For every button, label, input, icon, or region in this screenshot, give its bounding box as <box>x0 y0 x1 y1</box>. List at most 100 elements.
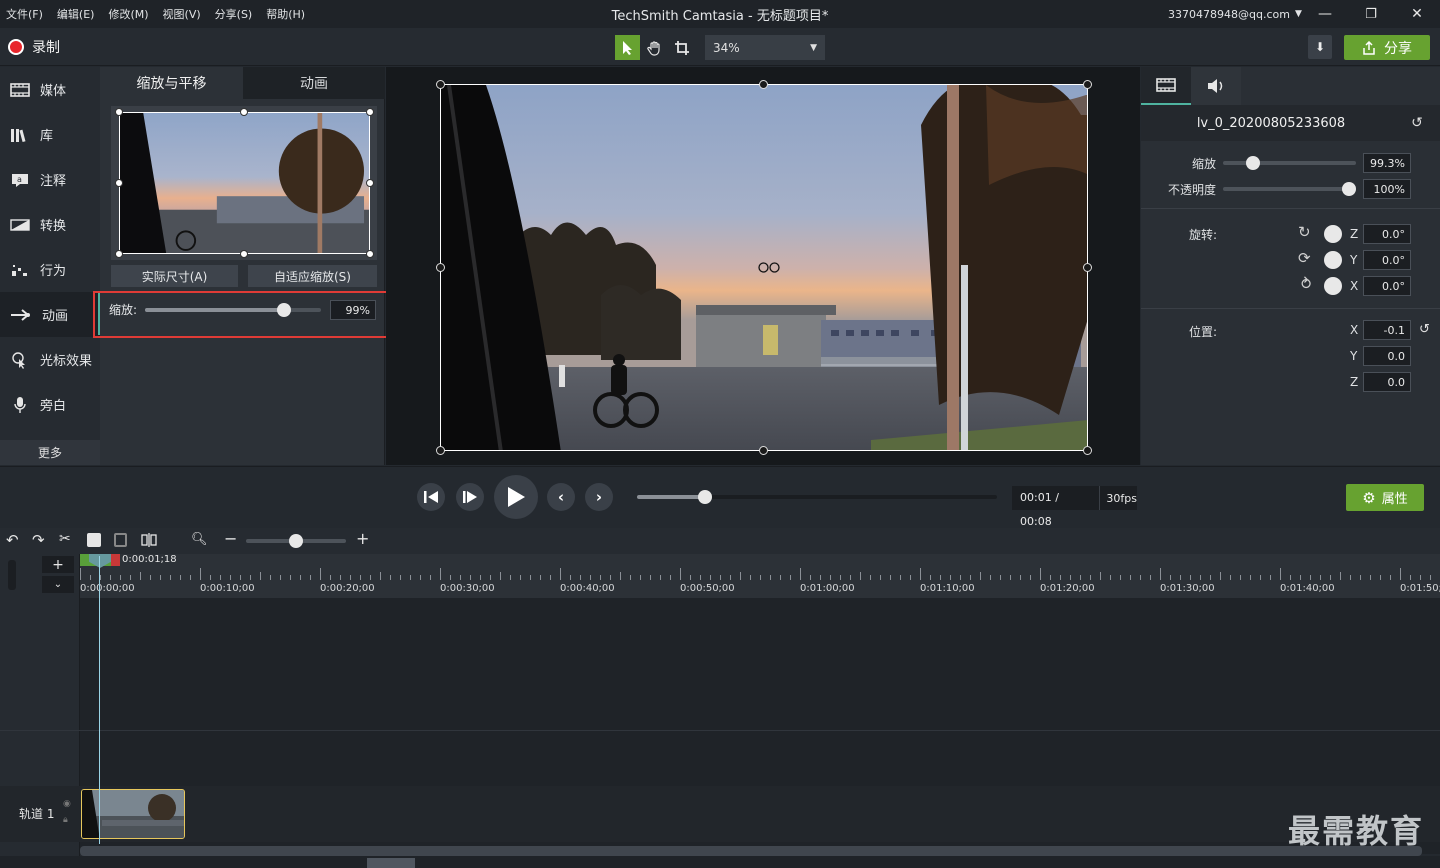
scale-input[interactable]: 99% <box>330 300 376 320</box>
sidebar-item-transitions[interactable]: 转换 <box>0 202 100 247</box>
properties-button[interactable]: ⚙ 属性 <box>1346 484 1424 511</box>
account-email: 3370478948@qq.com <box>1168 7 1290 21</box>
collapse-tracks-button[interactable]: ⌄ <box>42 576 74 593</box>
reset-icon[interactable]: ↺ <box>1419 322 1430 337</box>
step-back-icon <box>424 491 438 503</box>
lock-icon[interactable]: 🔒︎ <box>63 815 68 825</box>
rotation-x-dial[interactable] <box>1324 277 1342 295</box>
redo-icon[interactable]: ↷ <box>32 531 45 549</box>
menu-view[interactable]: 视图(V) <box>163 6 201 22</box>
more-button[interactable]: 更多 <box>0 440 100 465</box>
prop-scale-knob[interactable] <box>1246 156 1260 170</box>
actual-size-button[interactable]: 实际尺寸(A) <box>111 265 238 287</box>
add-track-button[interactable]: + <box>42 556 74 573</box>
rotation-center-icon[interactable] <box>758 262 780 273</box>
previous-marker-button[interactable]: ‹ <box>547 483 575 511</box>
tab-audio-properties[interactable] <box>1191 67 1241 105</box>
restore-button[interactable]: ❐ <box>1348 0 1394 28</box>
sidebar-item-animations[interactable]: 动画 <box>0 292 100 337</box>
crop-handle[interactable] <box>366 179 374 187</box>
split-icon[interactable] <box>141 533 157 547</box>
rotation-y-dial[interactable] <box>1324 251 1342 269</box>
eye-icon[interactable]: ◉ <box>63 799 71 809</box>
rotation-z-input[interactable]: 0.0° <box>1363 224 1411 244</box>
sidebar-item-voice-narration[interactable]: 旁白 <box>0 382 100 427</box>
prop-scale-input[interactable]: 99.3% <box>1363 153 1411 173</box>
crop-handle[interactable] <box>115 250 123 258</box>
menu-file[interactable]: 文件(F) <box>6 6 43 22</box>
sidebar-item-media[interactable]: 媒体 <box>0 67 100 112</box>
crop-handle[interactable] <box>240 250 248 258</box>
record-button[interactable]: 录制 <box>8 37 60 57</box>
download-button[interactable]: ⬇ <box>1308 35 1332 59</box>
resize-handle[interactable] <box>1083 80 1092 89</box>
resize-handle[interactable] <box>759 446 768 455</box>
resize-handle[interactable] <box>1083 263 1092 272</box>
track-1-row[interactable] <box>0 786 1440 842</box>
next-marker-button[interactable]: › <box>585 483 613 511</box>
rotation-z-dial[interactable] <box>1324 225 1342 243</box>
zoom-select[interactable]: 34% ▼ <box>705 35 825 60</box>
tab-animations[interactable]: 动画 <box>243 67 385 99</box>
cut-icon[interactable]: ✂ <box>59 531 71 547</box>
crop-handle[interactable] <box>240 108 248 116</box>
resize-handle[interactable] <box>436 80 445 89</box>
track-height-slider[interactable] <box>8 560 16 590</box>
undo-icon[interactable]: ↶ <box>6 531 19 549</box>
sidebar-item-label: 转换 <box>40 219 67 234</box>
position-z-input[interactable]: 0.0 <box>1363 372 1411 392</box>
timeline-scrollbar[interactable] <box>80 846 1422 856</box>
menu-help[interactable]: 帮助(H) <box>266 6 305 22</box>
select-tool-button[interactable] <box>615 35 640 60</box>
zoom-in-icon[interactable]: + <box>356 529 369 548</box>
crop-handle[interactable] <box>115 179 123 187</box>
reset-button[interactable]: ↺ <box>1408 114 1426 132</box>
position-x-input[interactable]: -0.1 <box>1363 320 1411 340</box>
position-y-input[interactable]: 0.0 <box>1363 346 1411 366</box>
crop-handle[interactable] <box>366 250 374 258</box>
rotation-x-input[interactable]: 0.0° <box>1363 276 1411 296</box>
step-forward-button[interactable] <box>456 483 484 511</box>
resize-handle[interactable] <box>436 263 445 272</box>
prop-opacity-input[interactable]: 100% <box>1363 179 1411 199</box>
pan-tool-button[interactable] <box>642 35 667 60</box>
zoom-out-icon[interactable]: − <box>224 529 237 548</box>
tab-visual-properties[interactable] <box>1141 67 1191 105</box>
account-menu[interactable]: 3370478948@qq.com ▼ <box>1168 0 1302 28</box>
prop-scale-slider[interactable] <box>1223 161 1356 165</box>
menu-share[interactable]: 分享(S) <box>215 6 253 22</box>
fit-scale-button[interactable]: 自适应缩放(S) <box>248 265 377 287</box>
timeline-zoom-knob[interactable] <box>289 534 303 548</box>
scrollbar-thumb[interactable] <box>367 858 415 868</box>
step-back-button[interactable] <box>417 483 445 511</box>
sidebar-item-behaviors[interactable]: 行为 <box>0 247 100 292</box>
copy-icon[interactable] <box>87 533 101 547</box>
share-button[interactable]: 分享 <box>1344 35 1430 60</box>
crop-handle[interactable] <box>366 108 374 116</box>
menu-modify[interactable]: 修改(M) <box>108 6 148 22</box>
sidebar-item-annotations[interactable]: a 注释 <box>0 157 100 202</box>
sidebar-item-label: 动画 <box>42 309 69 324</box>
play-button[interactable] <box>494 475 538 519</box>
media-clip[interactable] <box>81 789 185 839</box>
resize-handle[interactable] <box>1083 446 1092 455</box>
resize-handle[interactable] <box>436 446 445 455</box>
sidebar-item-library[interactable]: 库 <box>0 112 100 157</box>
zoom-value: 34% <box>713 40 740 55</box>
zoom-preview-thumbnail[interactable] <box>119 112 370 254</box>
crop-tool-button[interactable] <box>669 35 694 60</box>
close-button[interactable]: ✕ <box>1394 0 1440 28</box>
resize-handle[interactable] <box>759 80 768 89</box>
rotation-y-input[interactable]: 0.0° <box>1363 250 1411 270</box>
prop-opacity-knob[interactable] <box>1342 182 1356 196</box>
sidebar-item-cursor-effects[interactable]: 光标效果 <box>0 337 100 382</box>
prop-opacity-slider[interactable] <box>1223 187 1356 191</box>
crop-handle[interactable] <box>115 108 123 116</box>
search-icon[interactable]: 🔍︎ <box>191 532 208 547</box>
selection-out-marker[interactable] <box>111 554 120 566</box>
sidebar-item-label: 光标效果 <box>40 354 93 369</box>
tab-zoom-pan[interactable]: 缩放与平移 <box>100 67 243 99</box>
paste-icon[interactable] <box>114 533 127 547</box>
menu-edit[interactable]: 编辑(E) <box>57 6 95 22</box>
minimize-button[interactable]: — <box>1302 0 1348 28</box>
